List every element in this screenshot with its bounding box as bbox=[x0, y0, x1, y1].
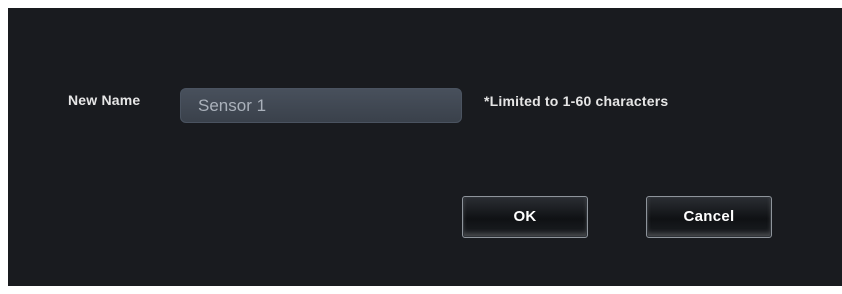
new-name-input[interactable] bbox=[180, 88, 462, 123]
ok-button[interactable]: OK bbox=[462, 196, 588, 238]
new-name-label: New Name bbox=[68, 92, 141, 108]
character-limit-hint: *Limited to 1-60 characters bbox=[484, 93, 669, 109]
rename-dialog: New Name *Limited to 1-60 characters OK … bbox=[8, 8, 842, 286]
cancel-button[interactable]: Cancel bbox=[646, 196, 772, 238]
